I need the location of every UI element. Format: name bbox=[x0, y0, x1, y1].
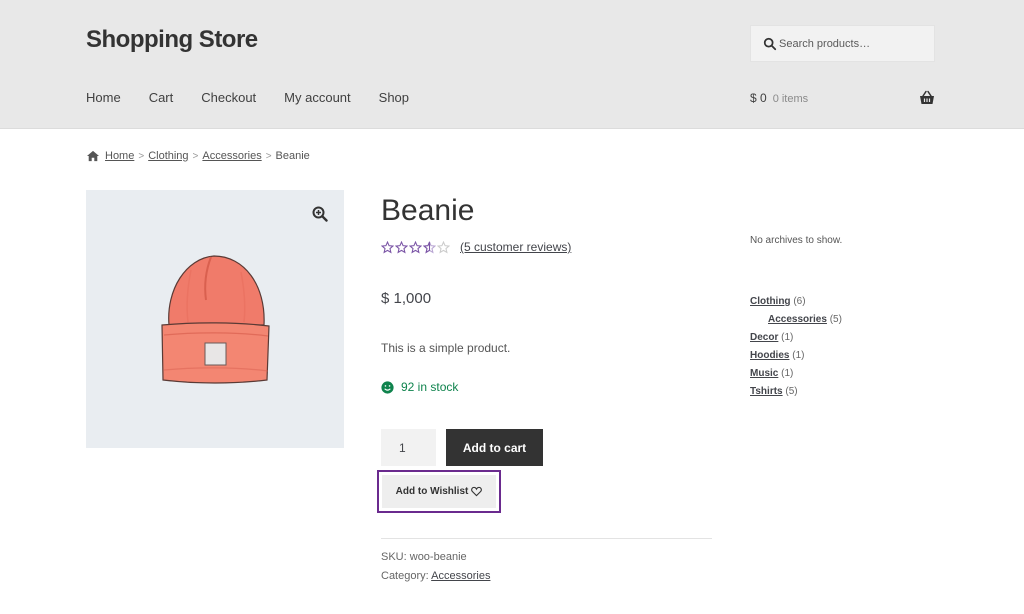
product-price: $ 1,000 bbox=[381, 290, 432, 307]
breadcrumb-current: Beanie bbox=[275, 150, 310, 162]
breadcrumb-accessories[interactable]: Accessories bbox=[202, 150, 261, 162]
stock-status: 92 in stock bbox=[381, 380, 458, 394]
star-icon bbox=[409, 240, 422, 253]
category-link[interactable]: Accessories bbox=[431, 570, 490, 582]
cart-amount: $ 0 bbox=[750, 91, 767, 105]
product-category: Category: Accessories bbox=[381, 570, 490, 582]
nav-item-my-account[interactable]: My account bbox=[284, 90, 350, 105]
category-item-tshirts: Tshirts (5) bbox=[750, 383, 842, 401]
category-link-decor[interactable]: Decor bbox=[750, 332, 778, 343]
basket-icon[interactable] bbox=[919, 90, 935, 106]
archives-note: No archives to show. bbox=[750, 235, 843, 246]
breadcrumb-separator: > bbox=[192, 150, 199, 162]
category-link-tshirts[interactable]: Tshirts bbox=[750, 386, 783, 397]
product-rating: (5 customer reviews) bbox=[381, 240, 571, 254]
nav-item-cart[interactable]: Cart bbox=[149, 90, 174, 105]
category-link-accessories[interactable]: Accessories bbox=[768, 314, 827, 325]
category-count: (1) bbox=[792, 350, 805, 361]
site-header: Shopping Store Home Cart Checkout My acc… bbox=[0, 0, 1024, 129]
category-count: (5) bbox=[785, 386, 798, 397]
sku-label: SKU: bbox=[381, 551, 407, 563]
product-short-description: This is a simple product. bbox=[381, 341, 511, 355]
star-icon bbox=[381, 240, 394, 253]
sku-value: woo-beanie bbox=[409, 551, 467, 563]
nav-item-home[interactable]: Home bbox=[86, 90, 121, 105]
breadcrumb-separator: > bbox=[138, 150, 145, 162]
wishlist-button-inner[interactable]: Add to Wishlist bbox=[382, 475, 496, 508]
star-rating bbox=[381, 240, 450, 254]
site-title[interactable]: Shopping Store bbox=[86, 26, 258, 54]
category-list: Clothing (6) Accessories (5) Decor (1) H… bbox=[750, 293, 842, 401]
category-item-music: Music (1) bbox=[750, 365, 842, 383]
header-cart-link[interactable]: $ 0 0 items bbox=[750, 91, 808, 105]
star-empty-icon bbox=[437, 240, 450, 253]
home-icon bbox=[87, 150, 99, 162]
add-to-cart-button[interactable]: Add to cart bbox=[446, 429, 543, 466]
category-item-hoodies: Hoodies (1) bbox=[750, 347, 842, 365]
breadcrumb: Home > Clothing > Accessories > Beanie bbox=[86, 150, 310, 162]
category-count: (1) bbox=[781, 368, 794, 379]
search-box[interactable] bbox=[750, 25, 935, 62]
heart-icon bbox=[471, 486, 483, 497]
breadcrumb-clothing[interactable]: Clothing bbox=[148, 150, 188, 162]
category-count: (1) bbox=[781, 332, 794, 343]
nav-item-checkout[interactable]: Checkout bbox=[201, 90, 256, 105]
customer-reviews-link[interactable]: (5 customer reviews) bbox=[460, 240, 571, 254]
search-icon bbox=[763, 37, 777, 51]
category-label: Category: bbox=[381, 570, 429, 582]
breadcrumb-home[interactable]: Home bbox=[105, 150, 134, 162]
category-item-decor: Decor (1) bbox=[750, 329, 842, 347]
star-half-icon bbox=[423, 240, 436, 253]
category-link-music[interactable]: Music bbox=[750, 368, 778, 379]
quantity-input[interactable] bbox=[381, 429, 436, 466]
product-image-gallery[interactable] bbox=[86, 190, 344, 448]
category-count: (6) bbox=[793, 296, 806, 307]
product-title: Beanie bbox=[381, 194, 475, 227]
category-count: (5) bbox=[829, 314, 842, 325]
add-to-wishlist-button[interactable]: Add to Wishlist bbox=[377, 470, 501, 513]
beanie-product-image bbox=[161, 255, 270, 384]
meta-divider bbox=[381, 538, 712, 539]
wishlist-label: Add to Wishlist bbox=[395, 486, 469, 497]
category-link-clothing[interactable]: Clothing bbox=[750, 296, 791, 307]
category-item-clothing: Clothing (6) bbox=[750, 293, 842, 311]
search-input[interactable] bbox=[779, 35, 929, 53]
category-item-accessories: Accessories (5) bbox=[750, 311, 842, 329]
cart-item-count: 0 items bbox=[772, 93, 809, 105]
zoom-icon[interactable] bbox=[312, 206, 328, 222]
smile-icon bbox=[381, 380, 394, 394]
breadcrumb-separator: > bbox=[265, 150, 272, 162]
product-sku: SKU: woo-beanie bbox=[381, 551, 467, 563]
category-link-hoodies[interactable]: Hoodies bbox=[750, 350, 789, 361]
nav-item-shop[interactable]: Shop bbox=[379, 90, 409, 105]
primary-nav: Home Cart Checkout My account Shop bbox=[86, 90, 437, 105]
stock-text: 92 in stock bbox=[401, 380, 459, 394]
star-icon bbox=[395, 240, 408, 253]
